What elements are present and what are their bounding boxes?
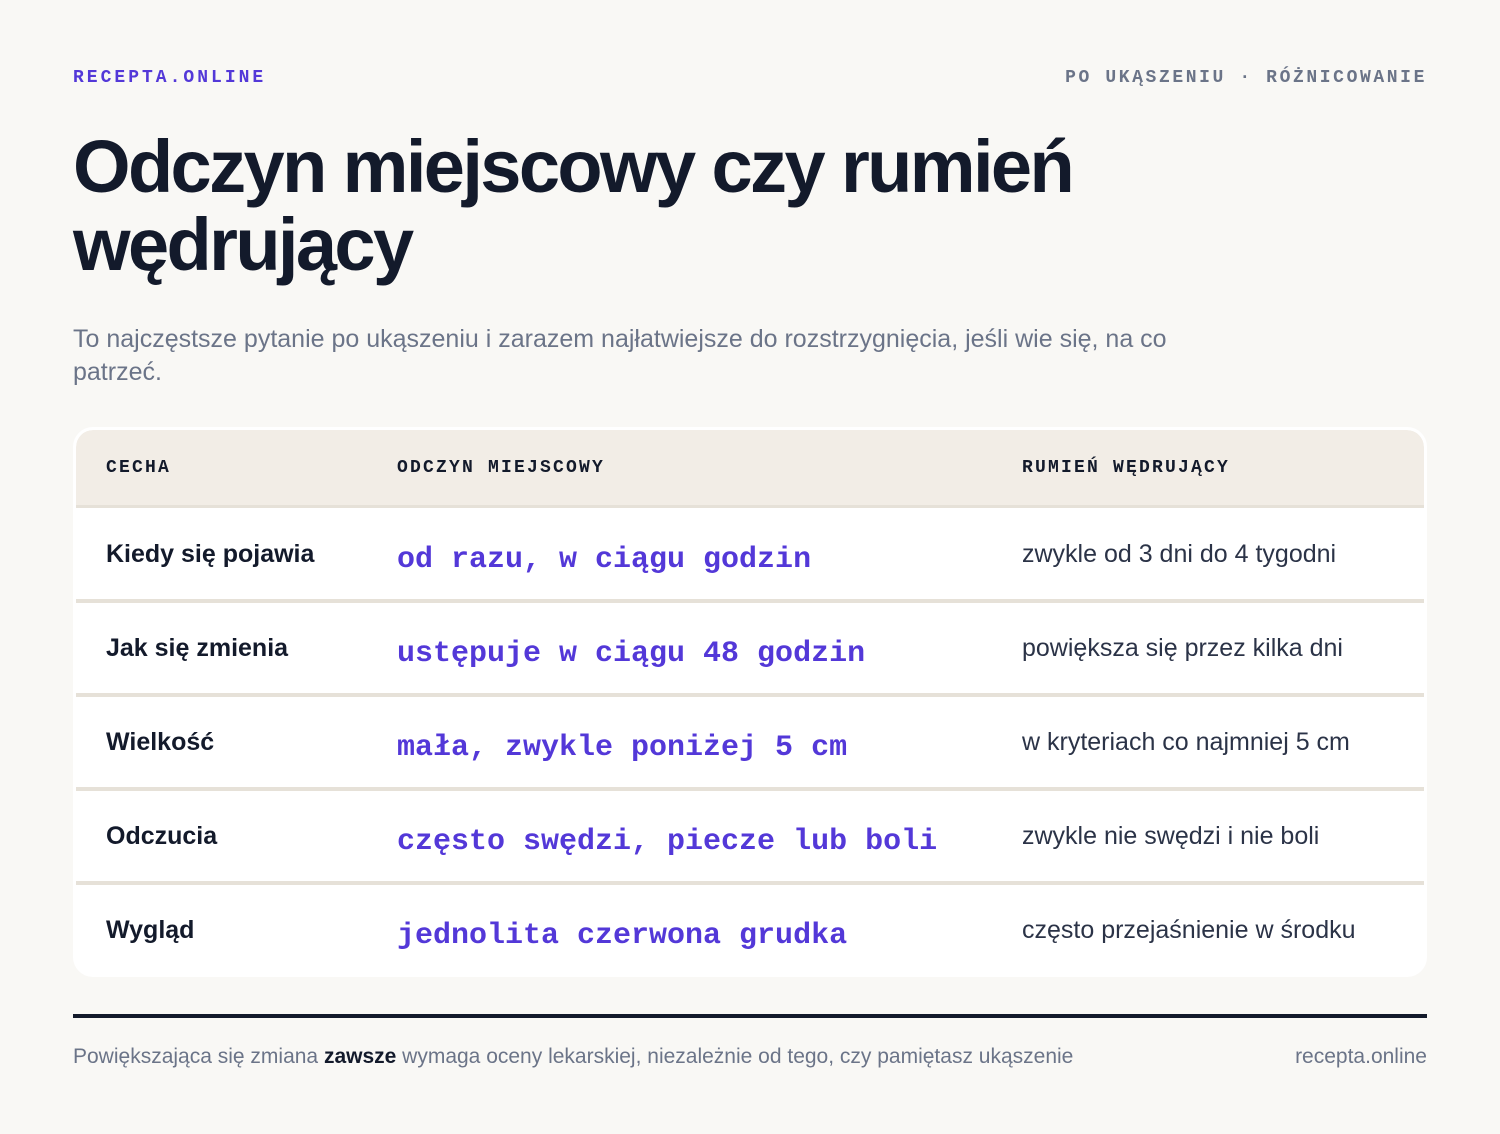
row-erythema-migrans: powiększa się przez kilka dni [1022, 634, 1343, 662]
footer-note: Powiększająca się zmiana zawsze wymaga o… [73, 1045, 1073, 1069]
row-local-reaction: od razu, w ciągu godzin [397, 543, 812, 577]
footer-note-emphasis: zawsze [323, 1045, 397, 1068]
brand-label: RECEPTA.ONLINE [73, 68, 267, 88]
page-title: Odczyn miejscowy czy rumień wędrujący [73, 125, 1075, 286]
row-feature: Kiedy się pojawia [106, 540, 315, 568]
row-erythema-migrans: zwykle od 3 dni do 4 tygodni [1022, 540, 1337, 568]
column-header-erythema-migrans: RUMIEŃ WĘDRUJĄCY [1022, 457, 1231, 478]
row-erythema-migrans: zwykle nie swędzi i nie boli [1022, 822, 1320, 850]
row-erythema-migrans: w kryteriach co najmniej 5 cm [1022, 728, 1350, 756]
row-feature: Wygląd [106, 916, 195, 944]
row-feature: Odczucia [106, 822, 218, 850]
footer-note-end: wymaga oceny lekarskiej, niezależnie od … [396, 1045, 1074, 1068]
comparison-table: CECHA ODCZYN MIEJSCOWY RUMIEŃ WĘDRUJĄCY … [73, 427, 1427, 977]
table-row: Kiedy się pojawia od razu, w ciągu godzi… [76, 508, 1424, 603]
row-feature: Wielkość [106, 728, 215, 756]
footer-divider [73, 1014, 1427, 1018]
row-erythema-migrans: często przejaśnienie w środku [1022, 916, 1356, 944]
column-header-local-reaction: ODCZYN MIEJSCOWY [397, 457, 606, 478]
row-feature: Jak się zmienia [106, 634, 289, 662]
topic-label: PO UKĄSZENIU · RÓŻNICOWANIE [1065, 68, 1427, 88]
footer-note-start: Powiększająca się zmiana [73, 1045, 324, 1068]
top-bar: RECEPTA.ONLINE PO UKĄSZENIU · RÓŻNICOWAN… [73, 68, 1427, 88]
footer-site: recepta.online [1295, 1045, 1427, 1068]
column-header-feature: CECHA [106, 457, 172, 478]
table-row: Wygląd jednolita czerwona grudka często … [76, 884, 1424, 974]
row-local-reaction: często swędzi, piecze lub boli [397, 825, 938, 859]
row-local-reaction: ustępuje w ciągu 48 godzin [397, 637, 866, 671]
table-row: Odczucia często swędzi, piecze lub boli … [76, 790, 1424, 885]
table-header: CECHA ODCZYN MIEJSCOWY RUMIEŃ WĘDRUJĄCY [76, 430, 1424, 508]
page-subtitle: To najczęstsze pytanie po ukąszeniu i za… [73, 325, 1167, 386]
row-local-reaction: mała, zwykle poniżej 5 cm [397, 731, 848, 765]
table-row: Wielkość mała, zwykle poniżej 5 cm w kry… [76, 696, 1424, 791]
table-row: Jak się zmienia ustępuje w ciągu 48 godz… [76, 602, 1424, 697]
footer: Powiększająca się zmiana zawsze wymaga o… [73, 1045, 1427, 1069]
row-local-reaction: jednolita czerwona grudka [397, 919, 848, 953]
